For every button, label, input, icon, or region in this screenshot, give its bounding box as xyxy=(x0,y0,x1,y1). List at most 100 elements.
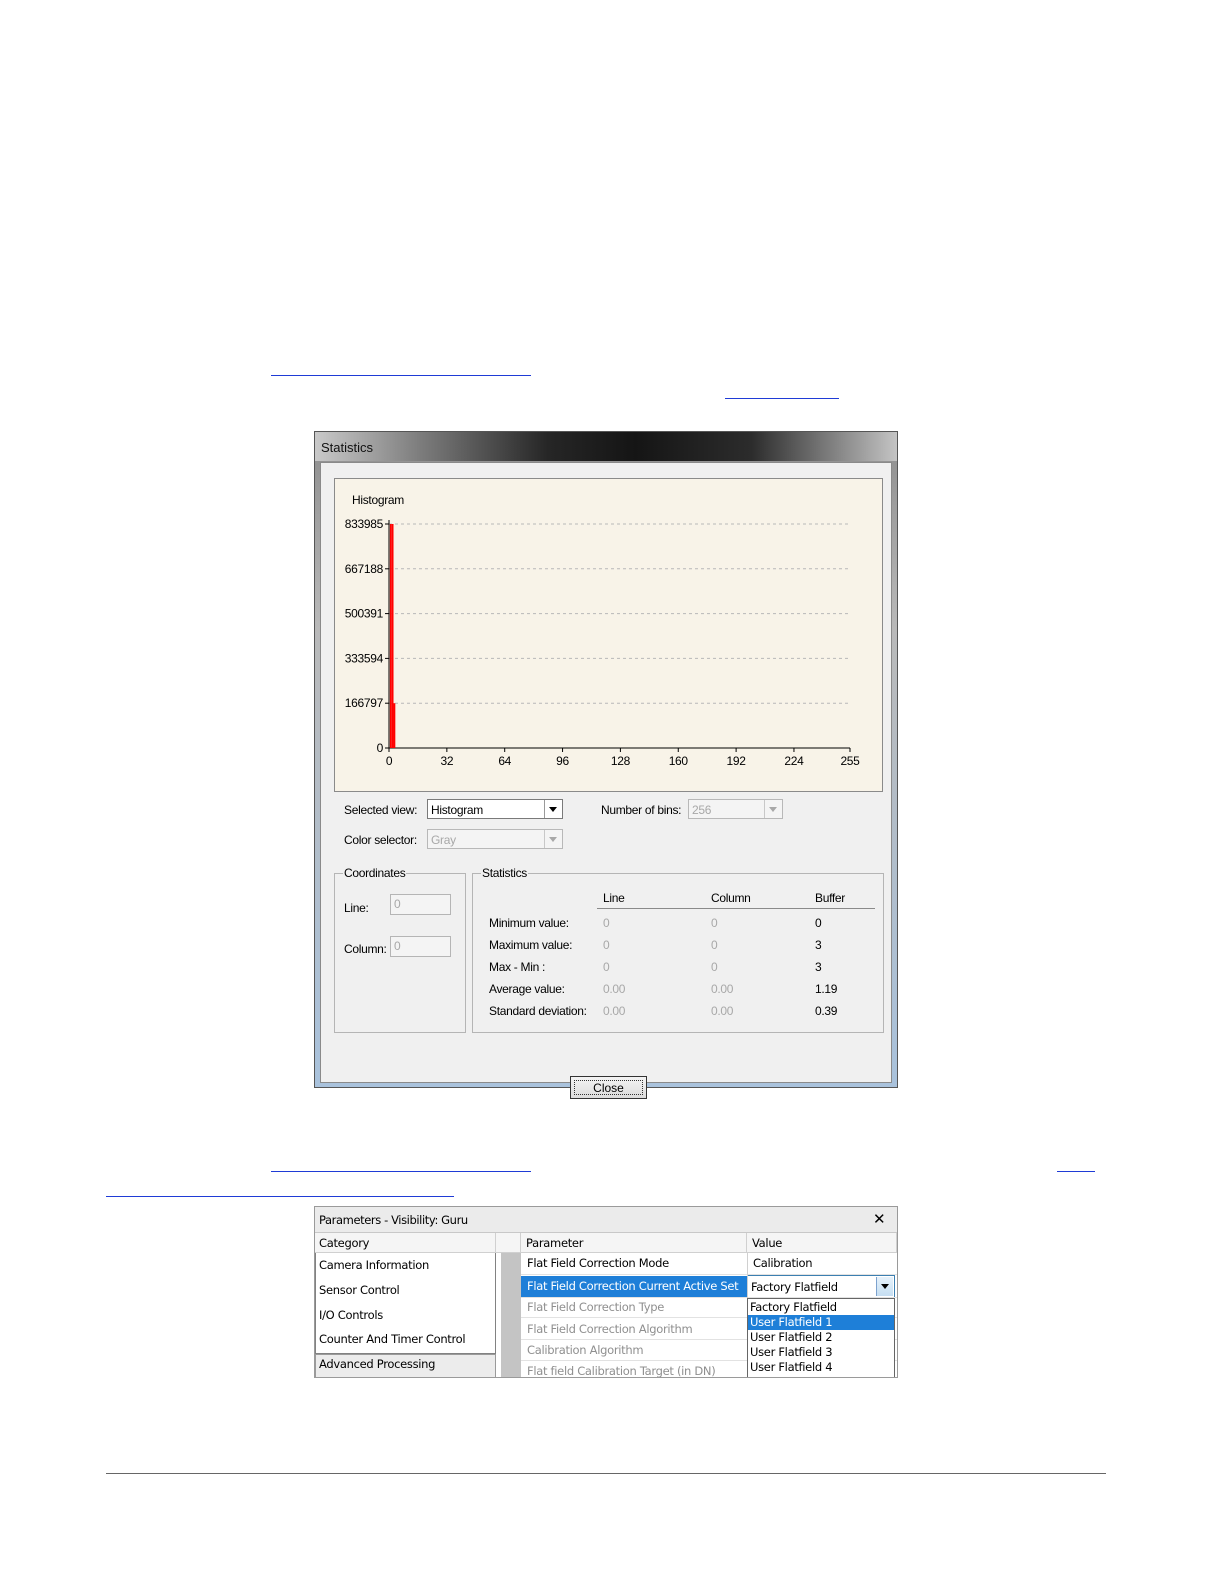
stat-row-label: Average value: xyxy=(489,982,565,996)
stat-row-line-value: 0.00 xyxy=(603,1004,626,1018)
parameter-row-name[interactable]: Flat Field Correction Mode xyxy=(527,1256,669,1270)
y-tick-label: 0 xyxy=(377,741,384,755)
number-of-bins-select[interactable]: 256 xyxy=(688,799,783,819)
title-bar[interactable]: Statistics xyxy=(315,432,897,461)
close-button[interactable]: Close xyxy=(570,1076,647,1099)
y-tick-label: 667188 xyxy=(345,562,384,576)
doc-link-4[interactable] xyxy=(1057,1171,1095,1172)
y-tick-label: 333594 xyxy=(345,651,384,665)
doc-link-1[interactable] xyxy=(271,375,531,376)
statistics-dialog: Statistics Histogram 0 166797 333594 500391 6… xyxy=(314,431,898,1099)
x-tick-label: 160 xyxy=(669,754,689,768)
value-column-header[interactable]: Value xyxy=(747,1233,897,1253)
parameters-window: Parameters - Visibility: Guru ✕ Category… xyxy=(314,1206,898,1378)
histogram-svg: Histogram 0 166797 333594 500391 667188 833985… xyxy=(345,493,861,768)
y-tick-label: 500391 xyxy=(345,607,384,621)
category-item-sensor-control[interactable]: Sensor Control xyxy=(319,1283,400,1297)
title-bar[interactable]: Parameters - Visibility: Guru ✕ xyxy=(315,1207,897,1233)
y-tick-label: 166797 xyxy=(345,696,384,710)
stat-row-buffer-value: 0 xyxy=(815,916,822,930)
header-divider xyxy=(597,908,875,909)
selected-view-value: Histogram xyxy=(431,803,483,817)
dropdown-button[interactable] xyxy=(876,1277,893,1296)
dropdown-option-user-flatfield-3[interactable]: User Flatfield 3 xyxy=(748,1345,894,1360)
line-input[interactable]: 0 xyxy=(390,894,451,915)
stat-row-buffer-value: 3 xyxy=(815,960,822,974)
x-tick-label: 255 xyxy=(840,754,860,768)
column-header-column: Column xyxy=(711,891,751,905)
line-label: Line: xyxy=(344,901,369,915)
chevron-down-icon xyxy=(881,1284,889,1289)
stat-row-label: Minimum value: xyxy=(489,916,569,930)
stat-row-line-value: 0 xyxy=(603,938,610,952)
spacer-column-header xyxy=(496,1233,521,1253)
window-title: Parameters - Visibility: Guru xyxy=(319,1213,468,1227)
stat-row-line-value: 0.00 xyxy=(603,982,626,996)
selected-view-select[interactable]: Histogram xyxy=(427,799,563,819)
column-label: Column: xyxy=(344,942,387,956)
dropdown-option-user-flatfield-1[interactable]: User Flatfield 1 xyxy=(748,1315,894,1330)
parameter-row-name[interactable]: Flat Field Correction Type xyxy=(527,1300,664,1314)
x-tick-label: 64 xyxy=(498,754,511,768)
parameter-row-name[interactable]: Flat Field Correction Algorithm xyxy=(527,1322,693,1336)
category-header-label: Category xyxy=(319,1236,370,1250)
stat-row-column-value: 0 xyxy=(711,938,718,952)
dropdown-option-user-flatfield-4[interactable]: User Flatfield 4 xyxy=(748,1360,894,1375)
stat-row-label: Max - Min : xyxy=(489,960,546,974)
row-gutter xyxy=(501,1253,521,1377)
window-title: Statistics xyxy=(321,440,374,455)
statistics-group-label: Statistics xyxy=(481,866,529,880)
color-selector-value: Gray xyxy=(431,833,456,847)
category-item-counter-timer-control[interactable]: Counter And Timer Control xyxy=(319,1332,466,1346)
dropdown-option-user-flatfield-2[interactable]: User Flatfield 2 xyxy=(748,1330,894,1345)
histogram-bar xyxy=(391,524,394,748)
parameter-column-header[interactable]: Parameter xyxy=(521,1233,747,1253)
stat-row-label: Standard deviation: xyxy=(489,1004,587,1018)
stat-row-column-value: 0.00 xyxy=(711,982,734,996)
x-tick-label: 32 xyxy=(440,754,453,768)
column-header-buffer: Buffer xyxy=(815,891,845,905)
histogram-bar xyxy=(393,703,396,748)
y-tick-label: 833985 xyxy=(345,517,384,531)
number-of-bins-label: Number of bins: xyxy=(601,803,682,817)
chevron-down-icon[interactable] xyxy=(764,800,782,818)
coordinates-group: Coordinates Line: 0 Column: 0 xyxy=(334,866,466,1033)
x-tick-label: 192 xyxy=(727,754,747,768)
category-item-io-controls[interactable]: I/O Controls xyxy=(319,1308,383,1322)
color-selector-select[interactable]: Gray xyxy=(427,829,563,849)
doc-link-2[interactable] xyxy=(725,398,839,399)
stat-row-buffer-value: 3 xyxy=(815,938,822,952)
active-set-value: Factory Flatfield xyxy=(751,1280,838,1294)
number-of-bins-value: 256 xyxy=(692,803,712,817)
footer-rule xyxy=(106,1473,1106,1474)
coordinates-group-label: Coordinates xyxy=(343,866,407,880)
dropdown-option-factory-flatfield[interactable]: Factory Flatfield xyxy=(748,1300,894,1315)
selected-row[interactable]: Flat Field Correction Current Active Set xyxy=(521,1276,747,1297)
chart-title: Histogram xyxy=(352,493,404,507)
category-column-header[interactable]: Category xyxy=(315,1233,496,1253)
active-set-select[interactable]: Factory Flatfield xyxy=(747,1275,895,1298)
parameter-row-name: Flat Field Correction Current Active Set xyxy=(527,1279,739,1293)
value-header-label: Value xyxy=(752,1236,783,1250)
stat-row-buffer-value: 1.19 xyxy=(815,982,838,996)
chevron-down-icon[interactable] xyxy=(544,800,562,818)
chevron-down-icon[interactable] xyxy=(544,830,562,848)
close-icon[interactable]: ✕ xyxy=(873,1210,886,1228)
stat-row-line-value: 0 xyxy=(603,960,610,974)
column-header-line: Line xyxy=(603,891,625,905)
column-input[interactable]: 0 xyxy=(390,936,451,957)
histogram-bar xyxy=(389,524,392,748)
selected-view-label: Selected view: xyxy=(344,803,418,817)
category-item-camera-information[interactable]: Camera Information xyxy=(319,1258,429,1272)
parameter-row-name[interactable]: Calibration Algorithm xyxy=(527,1343,644,1357)
statistics-group: Statistics Line Column Buffer Minimum va… xyxy=(472,866,884,1033)
parameter-row-value[interactable]: Calibration xyxy=(753,1256,813,1270)
x-tick-label: 224 xyxy=(784,754,804,768)
x-tick-label: 0 xyxy=(386,754,393,768)
doc-link-5[interactable] xyxy=(106,1196,454,1197)
category-item-advanced-processing[interactable]: Advanced Processing xyxy=(319,1357,435,1371)
histogram-chart: Histogram 0 166797 333594 500391 667188 833985… xyxy=(334,478,883,792)
doc-link-3[interactable] xyxy=(271,1171,531,1172)
stat-row-line-value: 0 xyxy=(603,916,610,930)
parameter-row-name[interactable]: Flat field Calibration Target (in DN) xyxy=(527,1364,716,1377)
